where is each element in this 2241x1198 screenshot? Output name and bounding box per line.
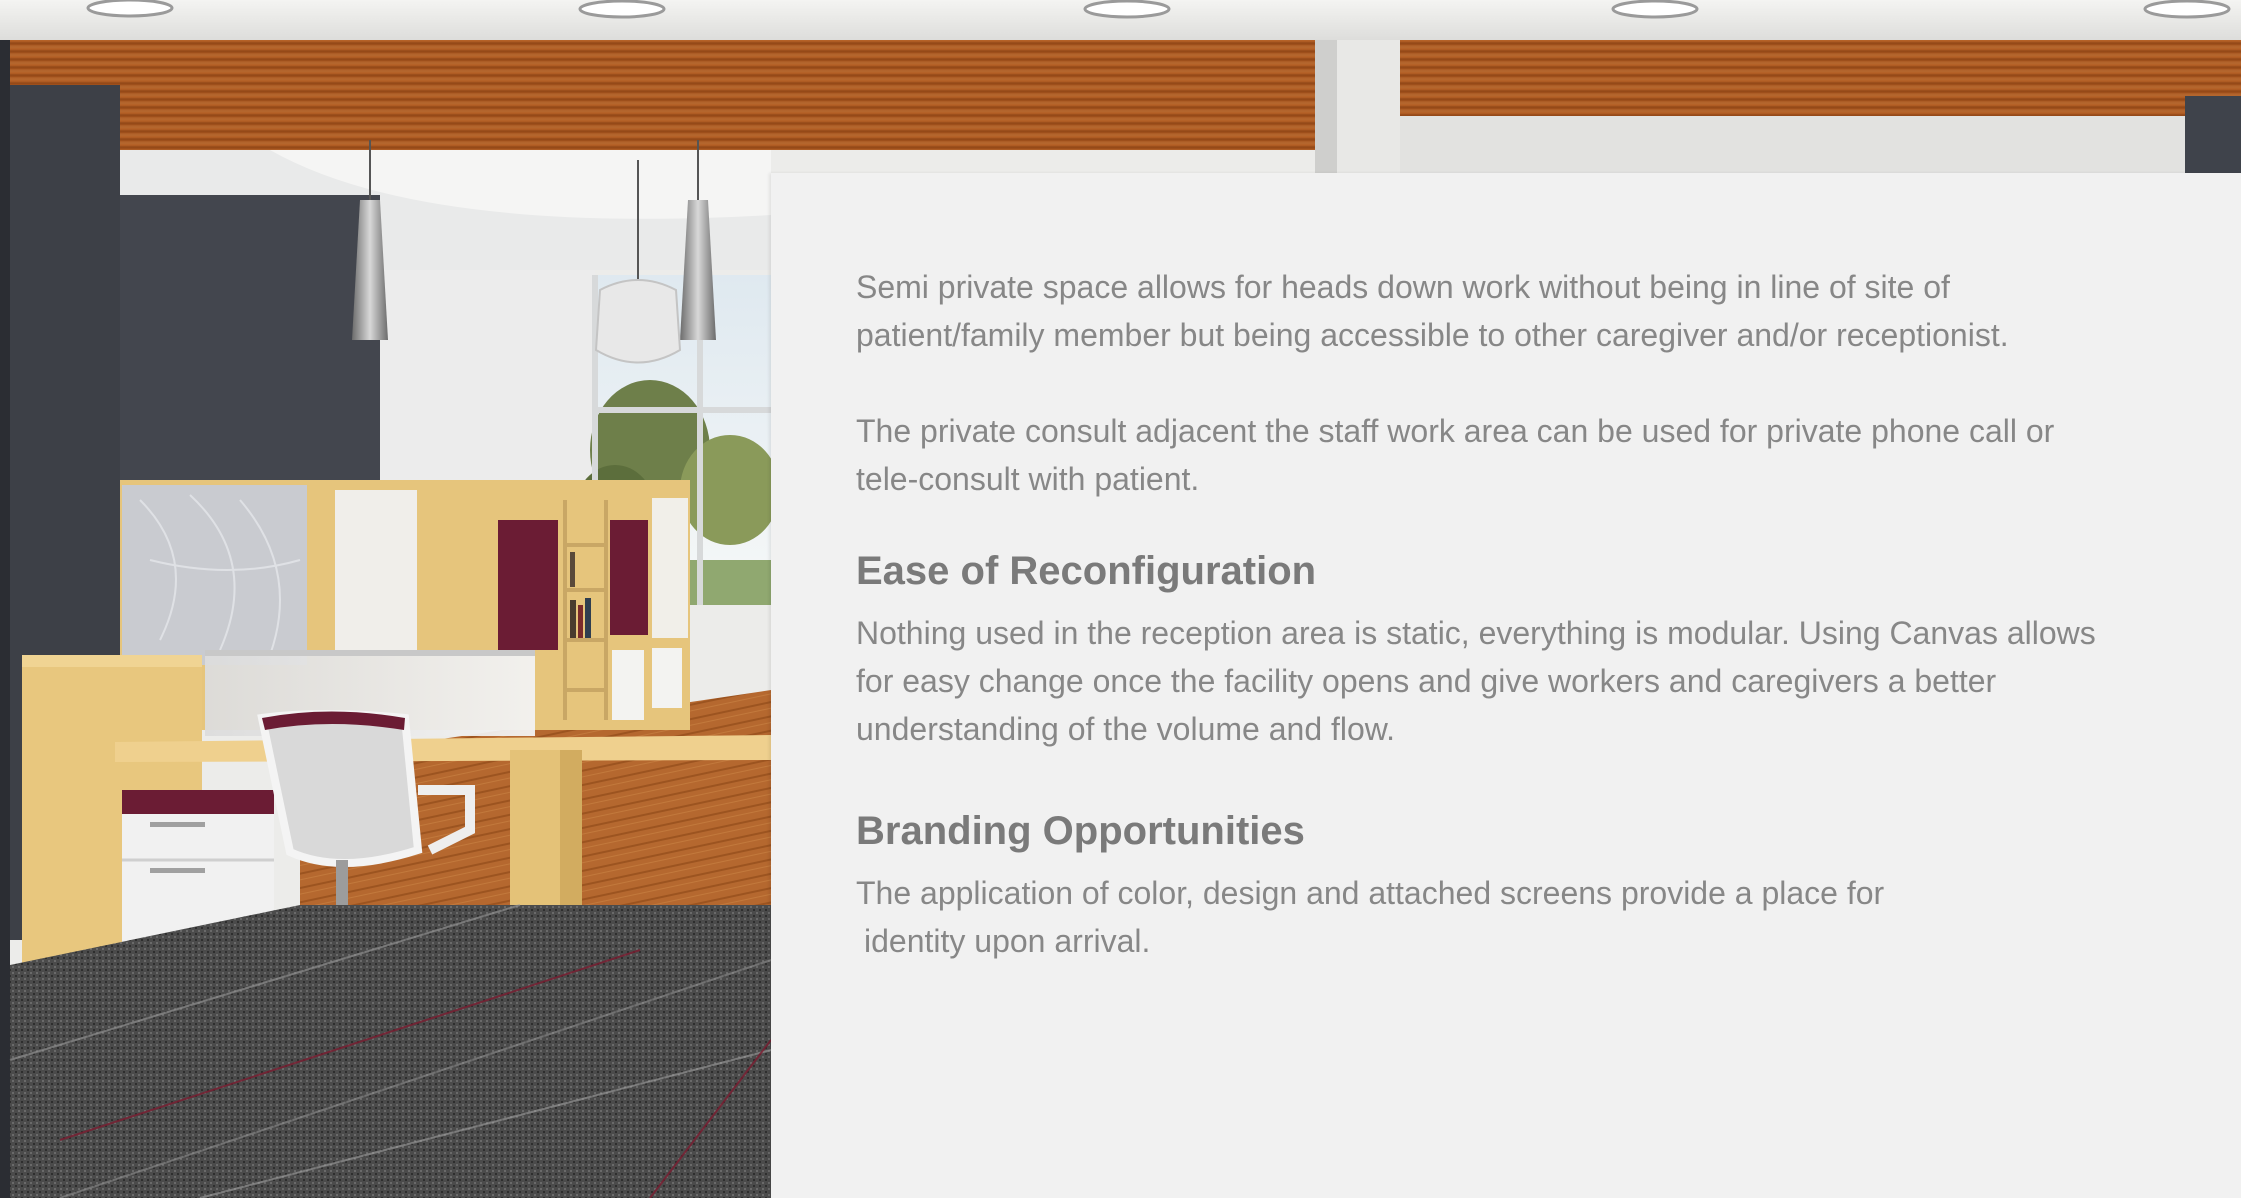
white-panel-a bbox=[335, 490, 417, 650]
wood-soffit-left bbox=[8, 40, 1345, 150]
reconfiguration-paragraph: Nothing used in the reception area is st… bbox=[856, 615, 2096, 747]
right-dark-wall bbox=[2185, 96, 2241, 174]
back-white-wall bbox=[380, 270, 595, 500]
left-edge bbox=[0, 40, 10, 1198]
section-heading-branding: Branding Opportunities bbox=[856, 809, 1305, 853]
desk-worksurface bbox=[115, 735, 771, 762]
maroon-door-a bbox=[498, 520, 558, 650]
wood-soffit-right bbox=[1400, 40, 2241, 116]
section-heading-reconfiguration: Ease of Reconfiguration bbox=[856, 549, 1317, 593]
branding-paragraph: The application of color, design and att… bbox=[856, 869, 2106, 965]
maroon-door-b bbox=[610, 520, 648, 635]
intro-paragraph: Semi private space allows for heads down… bbox=[856, 269, 2009, 353]
ceiling-column-shade bbox=[1315, 40, 1337, 175]
white-panel-b bbox=[652, 498, 688, 638]
branding-line-2: identity upon arrival. bbox=[864, 923, 1151, 959]
carpet-floor bbox=[10, 905, 771, 1198]
cabinet-low-white-b bbox=[652, 648, 682, 708]
pedestal-cushion bbox=[122, 790, 274, 814]
cabinet-low-white bbox=[612, 650, 644, 720]
back-dark-wall bbox=[120, 195, 380, 485]
branding-line-1: The application of color, design and att… bbox=[856, 875, 1885, 911]
description-copy: Semi private space allows for heads down… bbox=[856, 263, 2106, 965]
description-panel: Semi private space allows for heads down… bbox=[771, 173, 2241, 1198]
right-ceiling-band bbox=[1400, 116, 2241, 174]
consult-paragraph: The private consult adjacent the staff w… bbox=[856, 413, 2055, 497]
